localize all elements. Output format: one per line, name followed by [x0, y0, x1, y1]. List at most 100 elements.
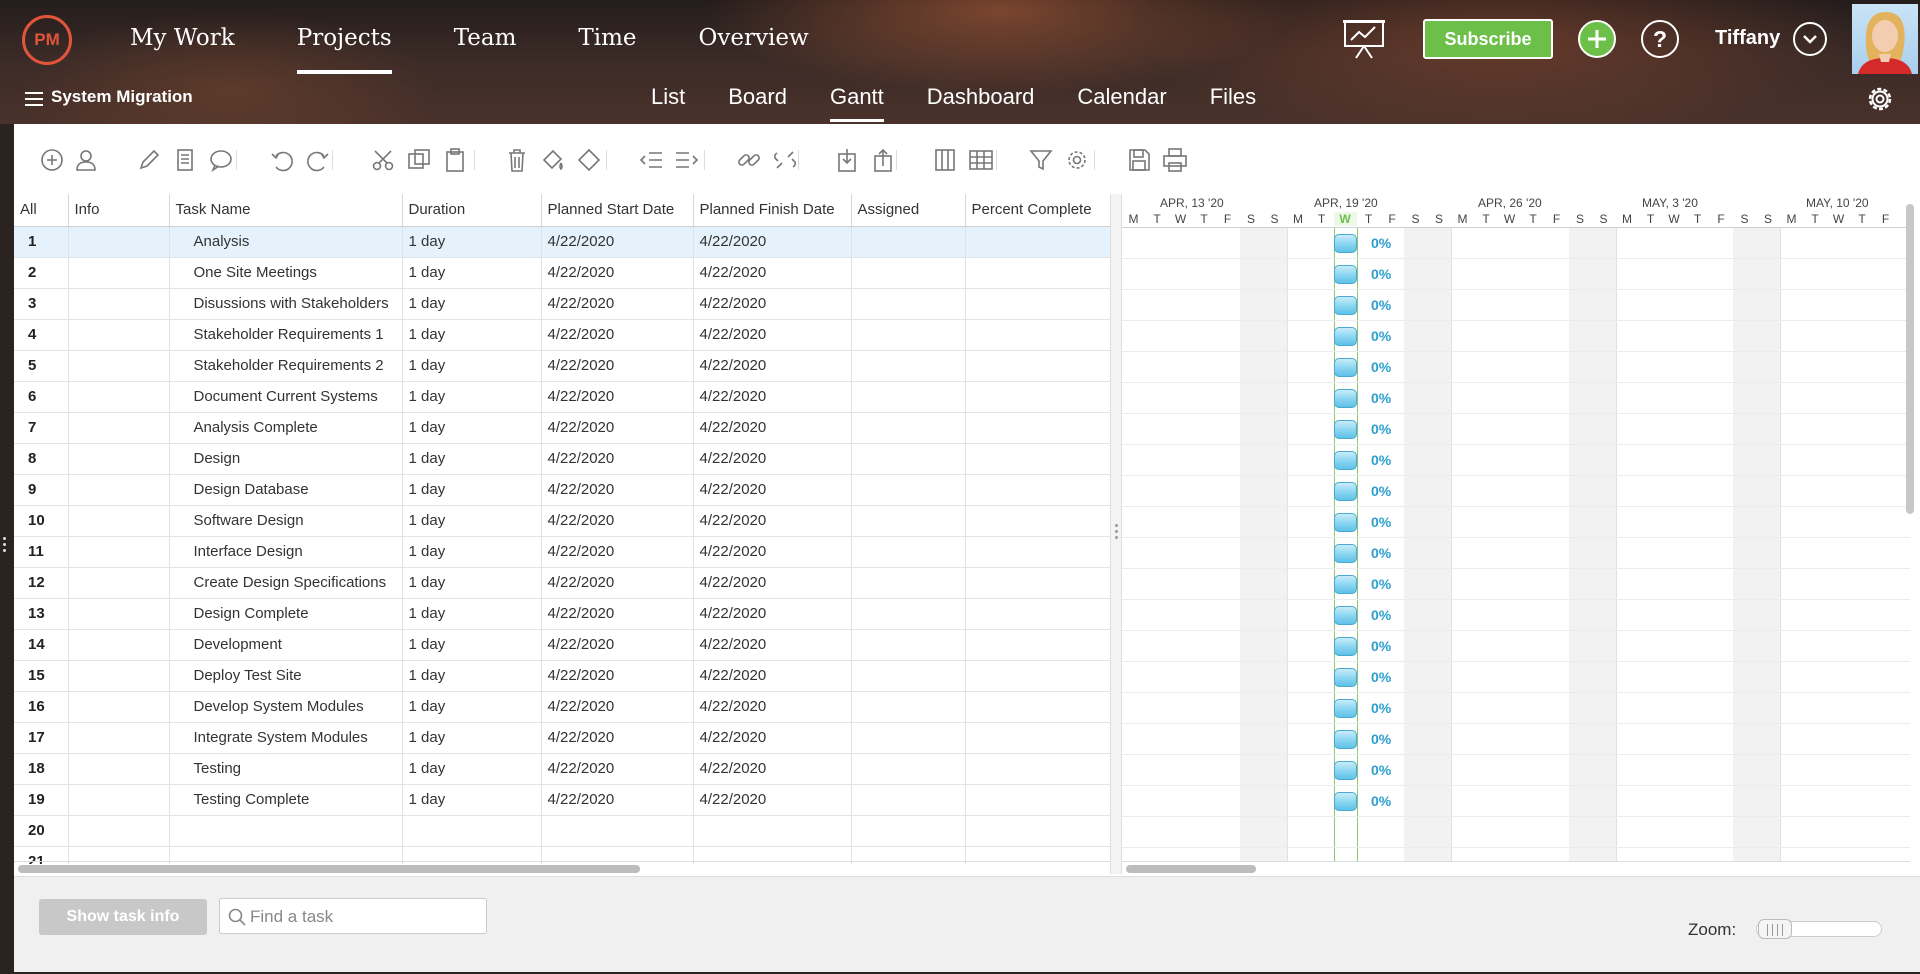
- planned-start-cell[interactable]: 4/22/2020: [541, 474, 694, 506]
- info-cell[interactable]: [68, 753, 170, 785]
- table-row[interactable]: 10 Software Design 1 day 4/22/2020 4/22/2020: [14, 505, 1110, 537]
- fill-color-icon[interactable]: [539, 146, 567, 174]
- info-cell[interactable]: [68, 660, 170, 692]
- info-cell[interactable]: [68, 629, 170, 661]
- task-name-cell[interactable]: Document Current Systems: [169, 381, 403, 413]
- task-name-cell[interactable]: Testing Complete: [169, 784, 403, 816]
- row-number[interactable]: 20: [14, 815, 69, 847]
- info-cell[interactable]: [68, 350, 170, 382]
- duration-cell[interactable]: 1 day: [402, 629, 542, 661]
- table-row[interactable]: 17 Integrate System Modules 1 day 4/22/2020…: [14, 722, 1110, 754]
- info-cell[interactable]: [68, 598, 170, 630]
- row-number[interactable]: 10: [14, 505, 69, 537]
- table-row[interactable]: 15 Deploy Test Site 1 day 4/22/2020 4/22/202…: [14, 660, 1110, 692]
- assigned-cell[interactable]: [851, 319, 966, 351]
- show-task-info-button[interactable]: Show task info: [39, 899, 207, 935]
- paste-icon[interactable]: [441, 146, 469, 174]
- nav-projects[interactable]: Projects: [296, 0, 392, 74]
- task-bar[interactable]: [1333, 451, 1357, 470]
- planned-start-cell[interactable]: 4/22/2020: [541, 412, 694, 444]
- task-bar[interactable]: [1333, 668, 1357, 687]
- planned-start-cell[interactable]: 4/22/2020: [541, 381, 694, 413]
- task-bar[interactable]: [1333, 544, 1357, 563]
- planned-finish-cell[interactable]: 4/22/2020: [693, 288, 852, 320]
- info-cell[interactable]: [68, 505, 170, 537]
- duration-cell[interactable]: 1 day: [402, 412, 542, 444]
- task-bar[interactable]: [1333, 637, 1357, 656]
- task-bar[interactable]: [1333, 482, 1357, 501]
- indent-icon[interactable]: [673, 146, 701, 174]
- percent-complete-cell[interactable]: [965, 350, 1110, 382]
- percent-complete-cell[interactable]: [965, 598, 1110, 630]
- planned-finish-cell[interactable]: 4/22/2020: [693, 691, 852, 723]
- project-settings-gear-icon[interactable]: [1864, 83, 1896, 115]
- planned-finish-cell[interactable]: 4/22/2020: [693, 536, 852, 568]
- row-number[interactable]: 18: [14, 753, 69, 785]
- tab-gantt[interactable]: Gantt: [829, 74, 884, 124]
- assigned-cell[interactable]: [851, 660, 966, 692]
- row-number[interactable]: 9: [14, 474, 69, 506]
- info-cell[interactable]: [68, 815, 170, 847]
- delete-icon[interactable]: [503, 146, 531, 174]
- task-bar[interactable]: [1333, 296, 1357, 315]
- subscribe-button[interactable]: Subscribe: [1423, 19, 1553, 59]
- planned-finish-cell[interactable]: 4/22/2020: [693, 660, 852, 692]
- task-name-cell[interactable]: Testing: [169, 753, 403, 785]
- task-name-cell[interactable]: Analysis: [169, 226, 403, 258]
- percent-complete-cell[interactable]: [965, 815, 1110, 847]
- percent-complete-cell[interactable]: [965, 505, 1110, 537]
- table-row[interactable]: 14 Development 1 day 4/22/2020 4/22/2020: [14, 629, 1110, 661]
- table-row[interactable]: 12 Create Design Specifications 1 day 4/22/…: [14, 567, 1110, 599]
- row-number[interactable]: 19: [14, 784, 69, 816]
- info-cell[interactable]: [68, 722, 170, 754]
- percent-complete-cell[interactable]: [965, 536, 1110, 568]
- col-header-assigned[interactable]: Assigned: [851, 194, 966, 227]
- assigned-cell[interactable]: [851, 226, 966, 258]
- planned-start-cell[interactable]: 4/22/2020: [541, 660, 694, 692]
- help-button[interactable]: ?: [1641, 20, 1679, 58]
- menu-icon[interactable]: [25, 92, 43, 106]
- nav-overview[interactable]: Overview: [699, 0, 809, 74]
- duration-cell[interactable]: 1 day: [402, 381, 542, 413]
- nav-my-work[interactable]: My Work: [130, 0, 235, 74]
- planned-finish-cell[interactable]: 4/22/2020: [693, 598, 852, 630]
- assigned-cell[interactable]: [851, 629, 966, 661]
- table-row[interactable]: 6 Document Current Systems 1 day 4/22/2020 4…: [14, 381, 1110, 413]
- planned-finish-cell[interactable]: 4/22/2020: [693, 722, 852, 754]
- duration-cell[interactable]: 1 day: [402, 753, 542, 785]
- planned-start-cell[interactable]: 4/22/2020: [541, 598, 694, 630]
- row-number[interactable]: 7: [14, 412, 69, 444]
- row-number[interactable]: 8: [14, 443, 69, 475]
- assigned-cell[interactable]: [851, 567, 966, 599]
- duration-cell[interactable]: 1 day: [402, 691, 542, 723]
- planned-start-cell[interactable]: 4/22/2020: [541, 288, 694, 320]
- planned-finish-cell[interactable]: 4/22/2020: [693, 226, 852, 258]
- info-cell[interactable]: [68, 288, 170, 320]
- task-bar[interactable]: [1333, 420, 1357, 439]
- app-logo[interactable]: PM: [22, 15, 72, 65]
- planned-finish-cell[interactable]: 4/22/2020: [693, 753, 852, 785]
- info-cell[interactable]: [68, 567, 170, 599]
- row-number[interactable]: 15: [14, 660, 69, 692]
- planned-start-cell[interactable]: 4/22/2020: [541, 691, 694, 723]
- table-row[interactable]: 9 Design Database 1 day 4/22/2020 4/22/2020: [14, 474, 1110, 506]
- row-number[interactable]: 4: [14, 319, 69, 351]
- table-row[interactable]: 16 Develop System Modules 1 day 4/22/2020 4/…: [14, 691, 1110, 723]
- task-name-cell[interactable]: Deploy Test Site: [169, 660, 403, 692]
- table-row[interactable]: 2 One Site Meetings 1 day 4/22/2020 4/22/202…: [14, 257, 1110, 289]
- col-header-duration[interactable]: Duration: [402, 194, 542, 227]
- planned-start-cell[interactable]: 4/22/2020: [541, 350, 694, 382]
- grid-horizontal-scrollbar[interactable]: [14, 861, 1110, 875]
- task-bar[interactable]: [1333, 265, 1357, 284]
- project-title[interactable]: System Migration: [51, 87, 193, 107]
- cut-icon[interactable]: [369, 146, 397, 174]
- percent-complete-cell[interactable]: [965, 753, 1110, 785]
- row-number[interactable]: 13: [14, 598, 69, 630]
- pane-splitter[interactable]: [1110, 194, 1122, 874]
- redo-icon[interactable]: [304, 146, 332, 174]
- task-bar[interactable]: [1333, 761, 1357, 780]
- find-task-input[interactable]: [250, 905, 480, 929]
- vertical-scrollbar[interactable]: [1904, 194, 1916, 862]
- assigned-cell[interactable]: [851, 474, 966, 506]
- task-name-cell[interactable]: Analysis Complete: [169, 412, 403, 444]
